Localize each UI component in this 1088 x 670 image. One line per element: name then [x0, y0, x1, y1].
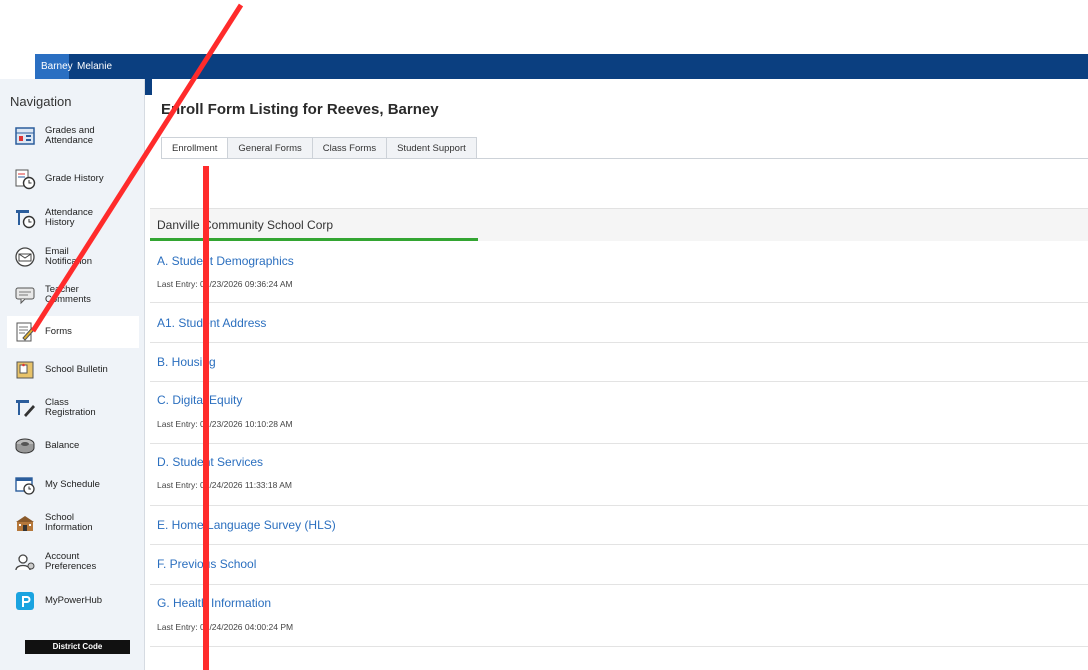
tab-enrollment[interactable]: Enrollment: [161, 137, 229, 159]
balance-icon: [13, 434, 37, 458]
tab-student-support[interactable]: Student Support: [386, 137, 477, 159]
form-row: D. Student Services Last Entry: 02/24/20…: [150, 444, 1088, 506]
form-row: F. Previous School: [150, 545, 1088, 585]
district-code-button[interactable]: District Code: [25, 640, 130, 654]
form-last-entry: Last Entry: 02/24/2026 11:33:18 AM: [157, 480, 292, 490]
nav-label-line2: Information: [45, 522, 93, 533]
email-icon: [13, 245, 37, 269]
form-link[interactable]: A. Student Demographics: [157, 254, 294, 268]
form-category-tabs: Enrollment General Forms Class Forms Stu…: [161, 137, 477, 159]
form-row: A1. Student Address: [150, 303, 1088, 343]
form-row: G. Health Information Last Entry: 02/24/…: [150, 585, 1088, 647]
forms-icon: [13, 320, 37, 344]
form-link[interactable]: F. Previous School: [157, 557, 256, 571]
nav-label-line1: Balance: [45, 440, 80, 451]
schedule-icon: [13, 473, 37, 497]
student-tab-barney[interactable]: Barney: [35, 54, 73, 79]
form-link[interactable]: C. Digital Equity: [157, 393, 242, 407]
class-registration-icon: [13, 396, 37, 420]
nav-item-school-information[interactable]: School Information: [7, 507, 139, 539]
form-last-entry: Last Entry: 02/23/2026 10:10:28 AM: [157, 419, 293, 429]
powerhub-icon: [13, 589, 37, 613]
nav-item-my-schedule[interactable]: My Schedule: [7, 469, 139, 501]
bulletin-icon: [13, 358, 37, 382]
nav-item-mypowerhub[interactable]: MyPowerHub: [7, 585, 139, 617]
nav-label-line1: My Schedule: [45, 479, 100, 490]
nav-item-grade-history[interactable]: Grade History: [7, 163, 139, 195]
nav-label-line1: MyPowerHub: [45, 595, 103, 606]
nav-item-account-preferences[interactable]: Account Preferences: [7, 546, 139, 578]
form-row: B. Housing: [150, 343, 1088, 382]
nav-item-forms[interactable]: Forms: [7, 316, 139, 348]
nav-label-line2: History: [45, 217, 75, 228]
nav-item-school-bulletin[interactable]: School Bulletin: [7, 354, 139, 386]
form-link[interactable]: G. Health Information: [157, 596, 271, 610]
nav-label-line2: Registration: [45, 407, 96, 418]
nav-label-line2: Notification: [45, 256, 92, 267]
nav-item-attendance-history[interactable]: Attendance History: [7, 202, 139, 234]
form-row: E. Home Language Survey (HLS): [150, 506, 1088, 545]
form-link[interactable]: D. Student Services: [157, 455, 263, 469]
nav-item-email-notification[interactable]: Email Notification: [7, 241, 139, 273]
student-tab-melanie[interactable]: Melanie: [71, 54, 118, 79]
nav-label-line1: Forms: [45, 326, 72, 337]
comments-icon: [13, 283, 37, 307]
nav-item-grades-attendance[interactable]: Grades and Attendance: [7, 120, 139, 152]
school-section-header: Danville Community School Corp: [150, 208, 1088, 241]
form-last-entry: Last Entry: 02/24/2026 04:00:24 PM: [157, 622, 294, 632]
navigation-title: Navigation: [10, 94, 72, 109]
school-progress-bar: [150, 238, 478, 241]
student-switcher-bar: Barney Melanie: [35, 54, 1088, 79]
nav-item-class-registration[interactable]: Class Registration: [7, 392, 139, 424]
tab-general-forms[interactable]: General Forms: [227, 137, 313, 159]
school-icon: [13, 511, 37, 535]
tab-class-forms[interactable]: Class Forms: [311, 137, 388, 159]
form-row: A. Student Demographics Last Entry: 02/2…: [150, 242, 1088, 303]
nav-item-balance[interactable]: Balance: [7, 430, 139, 462]
account-icon: [13, 550, 37, 574]
nav-label-line2: Preferences: [45, 561, 97, 572]
nav-item-teacher-comments[interactable]: Teacher Comments: [7, 279, 139, 311]
navigation-sidebar: Navigation Grades and Attendance Grade Hi…: [0, 79, 145, 670]
page-title: Enroll Form Listing for Reeves, Barney: [161, 101, 439, 118]
tabs-divider: [161, 158, 1088, 159]
form-last-entry: Last Entry: 02/23/2026 09:36:24 AM: [157, 279, 293, 289]
grades-icon: [13, 124, 37, 148]
form-link[interactable]: B. Housing: [157, 355, 216, 369]
grade-history-icon: [13, 167, 37, 191]
nav-label-line2: Comments: [45, 294, 91, 305]
sidebar-collapse-handle[interactable]: [145, 79, 152, 95]
nav-label-line2: Attendance: [45, 135, 94, 146]
form-link[interactable]: E. Home Language Survey (HLS): [157, 518, 336, 532]
school-name: Danville Community School Corp: [157, 218, 334, 232]
form-row: C. Digital Equity Last Entry: 02/23/2026…: [150, 382, 1088, 444]
nav-label-line1: School Bulletin: [45, 364, 108, 375]
form-link[interactable]: A1. Student Address: [157, 316, 266, 330]
nav-label-line1: Grade History: [45, 173, 104, 184]
attendance-history-icon: [13, 206, 37, 230]
